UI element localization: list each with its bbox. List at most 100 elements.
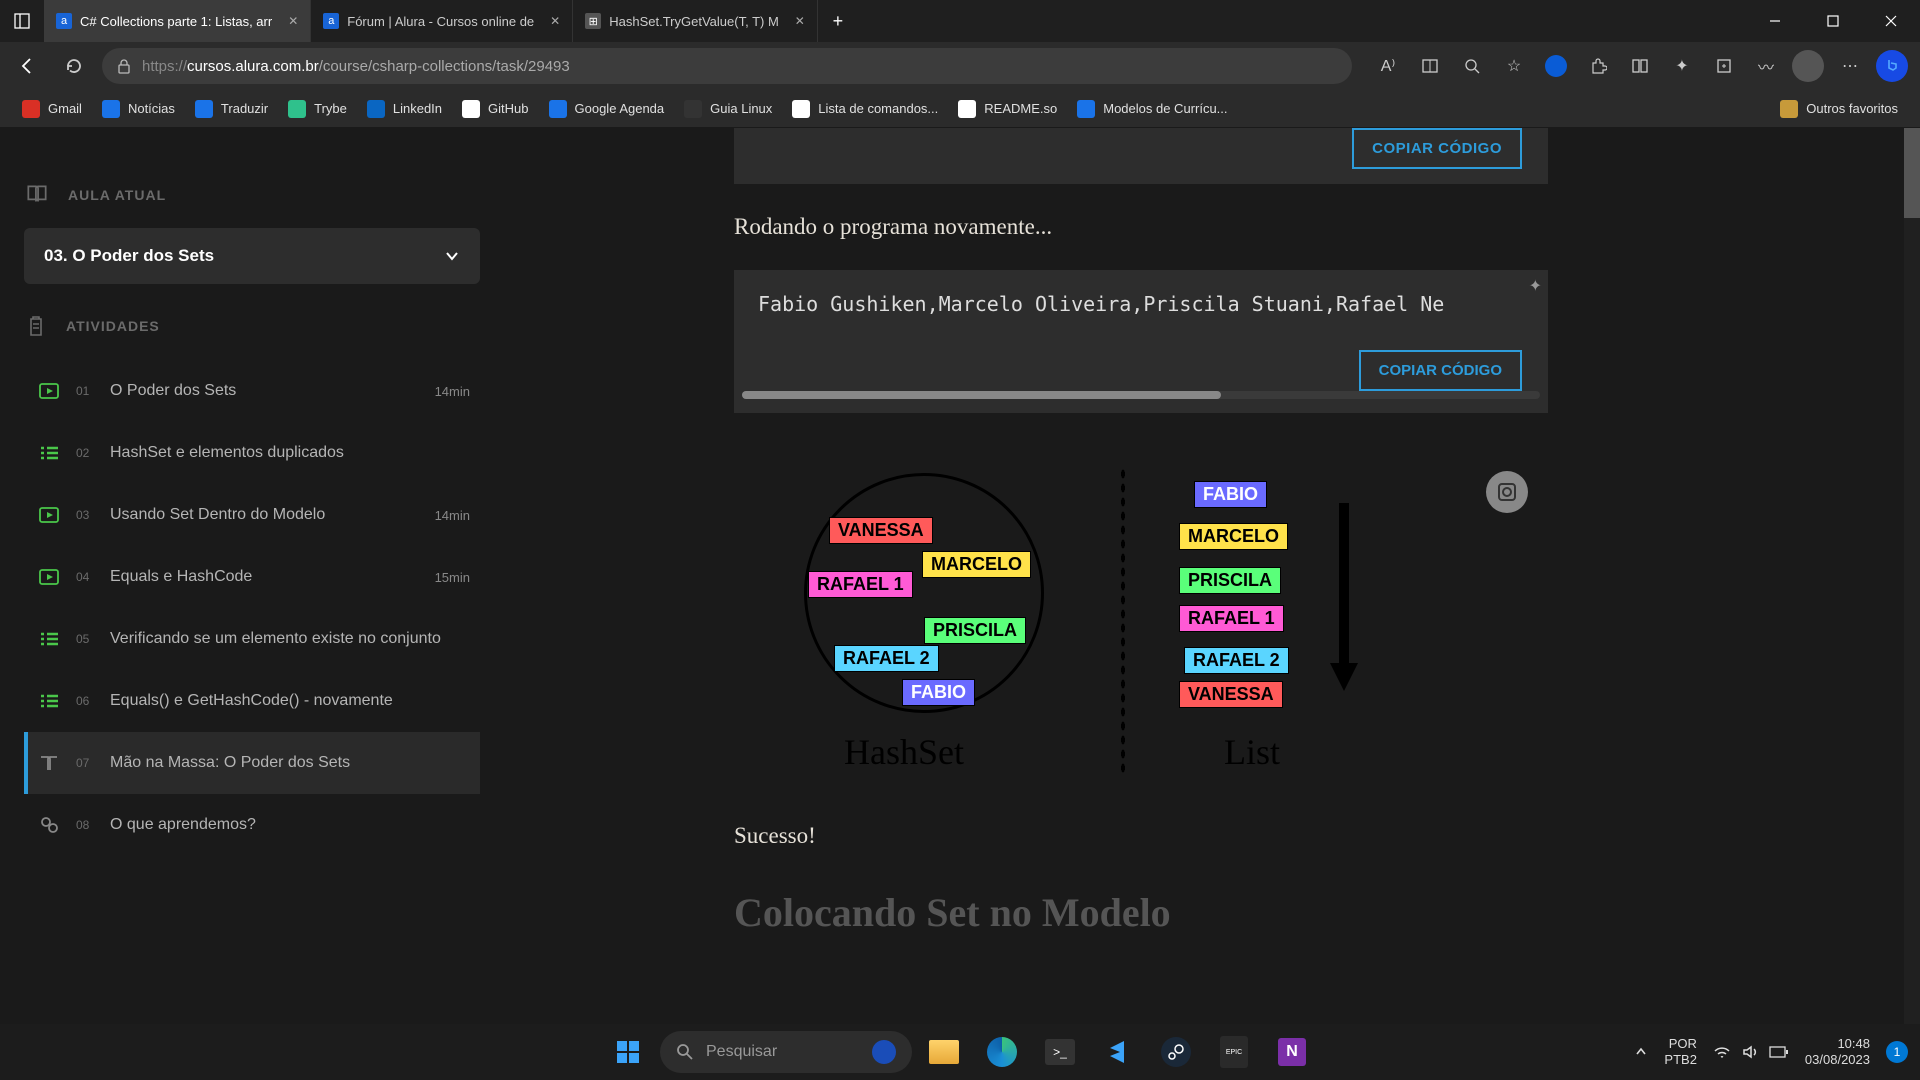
list-icon: [38, 442, 60, 464]
close-tab-icon[interactable]: ✕: [795, 14, 805, 28]
taskbar-search[interactable]: Pesquisar: [660, 1031, 912, 1073]
back-button[interactable]: [10, 48, 46, 84]
prose-success: Sucesso!: [734, 823, 1880, 849]
battery-icon[interactable]: [1769, 1045, 1789, 1059]
bookmark-item[interactable]: Trybe: [278, 94, 357, 124]
clock[interactable]: 10:48 03/08/2023: [1805, 1036, 1870, 1067]
bookmark-favicon: [462, 100, 480, 118]
bookmark-item[interactable]: Lista de comandos...: [782, 94, 948, 124]
bookmark-item[interactable]: Guia Linux: [674, 94, 782, 124]
video-icon: [38, 566, 60, 588]
favorite-icon[interactable]: ☆: [1496, 48, 1532, 84]
diagram-tag: RAFAEL 1: [808, 571, 913, 598]
activity-item[interactable]: 06Equals() e GetHashCode() - novamente: [24, 670, 480, 732]
activity-item[interactable]: 02HashSet e elementos duplicados: [24, 422, 480, 484]
activity-item[interactable]: 01O Poder dos Sets14min: [24, 360, 480, 422]
epic-games-icon[interactable]: EPIC: [1208, 1029, 1260, 1075]
activity-item[interactable]: 04Equals e HashCode15min: [24, 546, 480, 608]
arrow-down-icon: [1324, 463, 1364, 703]
activity-item[interactable]: 07Mão na Massa: O Poder dos Sets: [24, 732, 480, 794]
favorites-list-icon[interactable]: ✦: [1664, 48, 1700, 84]
bookmark-favicon: [549, 100, 567, 118]
copy-code-button[interactable]: COPIAR CÓDIGO: [1352, 128, 1522, 169]
bookmark-item[interactable]: LinkedIn: [357, 94, 452, 124]
minimize-button[interactable]: [1746, 0, 1804, 42]
performance-icon[interactable]: 〰: [1748, 48, 1784, 84]
split-screen-icon[interactable]: [1622, 48, 1658, 84]
extensions-icon[interactable]: [1580, 48, 1616, 84]
close-tab-icon[interactable]: ✕: [550, 14, 560, 28]
bing-chat-icon[interactable]: [1874, 48, 1910, 84]
activity-item[interactable]: 03Usando Set Dentro do Modelo14min: [24, 484, 480, 546]
more-icon[interactable]: ⋯: [1832, 48, 1868, 84]
onenote-icon[interactable]: N: [1266, 1029, 1318, 1075]
profile-icon[interactable]: [1790, 48, 1826, 84]
immersive-reader-icon[interactable]: [1412, 48, 1448, 84]
other-favorites[interactable]: Outros favoritos: [1770, 94, 1908, 124]
diagram-tag: RAFAEL 1: [1179, 605, 1284, 632]
address-bar: https://cursos.alura.com.br/course/cshar…: [0, 42, 1920, 90]
bookmark-item[interactable]: Notícias: [92, 94, 185, 124]
bookmark-favicon: [367, 100, 385, 118]
horizontal-scrollbar[interactable]: [742, 391, 1540, 399]
profile-badge[interactable]: [1538, 48, 1574, 84]
collections-icon[interactable]: [1706, 48, 1742, 84]
zoom-image-button[interactable]: [1486, 471, 1528, 513]
zoom-icon[interactable]: [1454, 48, 1490, 84]
vertical-scrollbar[interactable]: [1904, 128, 1920, 1024]
new-tab-button[interactable]: +: [818, 11, 858, 32]
volume-icon[interactable]: [1741, 1043, 1759, 1061]
bookmark-favicon: [102, 100, 120, 118]
vscode-icon[interactable]: [1092, 1029, 1144, 1075]
title-bar: aC# Collections parte 1: Listas, arr✕aFó…: [0, 0, 1920, 42]
close-tab-icon[interactable]: ✕: [288, 14, 298, 28]
vertical-tabs-button[interactable]: [0, 0, 44, 42]
diagram-tag: FABIO: [1194, 481, 1267, 508]
lesson-content: COPIAR CÓDIGO Rodando o programa novamen…: [504, 128, 1920, 1024]
start-button[interactable]: [602, 1029, 654, 1075]
prose-text: Rodando o programa novamente...: [734, 214, 1880, 240]
course-sidebar: AULA ATUAL 03. O Poder dos Sets ATIVIDAD…: [0, 128, 504, 1024]
refresh-button[interactable]: [56, 48, 92, 84]
favicon: a: [323, 13, 339, 29]
diagram-tag: PRISCILA: [924, 617, 1026, 644]
tray-overflow-icon[interactable]: [1634, 1045, 1648, 1059]
sparkle-icon[interactable]: ✦: [1529, 276, 1542, 296]
url-field[interactable]: https://cursos.alura.com.br/course/cshar…: [102, 48, 1352, 84]
browser-tab[interactable]: aC# Collections parte 1: Listas, arr✕: [44, 0, 311, 42]
diagram-tag: VANESSA: [1179, 681, 1283, 708]
language-indicator[interactable]: POR PTB2: [1664, 1036, 1697, 1067]
read-aloud-icon[interactable]: A⁾: [1370, 48, 1406, 84]
lock-icon: [116, 58, 132, 74]
diagram-tag: MARCELO: [922, 551, 1031, 578]
terminal-icon[interactable]: >_: [1034, 1029, 1086, 1075]
bookmark-item[interactable]: Gmail: [12, 94, 92, 124]
maximize-button[interactable]: [1804, 0, 1862, 42]
wifi-icon[interactable]: [1713, 1043, 1731, 1061]
bookmark-item[interactable]: Traduzir: [185, 94, 278, 124]
activity-item[interactable]: 08O que aprendemos?: [24, 794, 480, 856]
aula-atual-label: AULA ATUAL: [76, 182, 480, 208]
close-window-button[interactable]: [1862, 0, 1920, 42]
bookmark-item[interactable]: GitHub: [452, 94, 538, 124]
copy-code-button[interactable]: COPIAR CÓDIGO: [1359, 350, 1522, 391]
bookmark-item[interactable]: Modelos de Currícu...: [1067, 94, 1237, 124]
book-icon: [38, 752, 60, 774]
bookmark-item[interactable]: Google Agenda: [539, 94, 675, 124]
windows-taskbar: Pesquisar >_ EPIC N POR PTB2 10:48 03/08…: [0, 1024, 1920, 1080]
notification-badge[interactable]: 1: [1886, 1041, 1908, 1063]
favicon: a: [56, 13, 72, 29]
explorer-icon[interactable]: [918, 1029, 970, 1075]
bookmark-item[interactable]: README.so: [948, 94, 1067, 124]
activity-item[interactable]: 05Verificando se um elemento existe no c…: [24, 608, 480, 670]
bing-icon: [872, 1040, 896, 1064]
edge-icon[interactable]: [976, 1029, 1028, 1075]
code-output-text: Fabio Gushiken,Marcelo Oliveira,Priscila…: [734, 292, 1548, 316]
hashset-label: HashSet: [844, 731, 964, 773]
current-lesson-dropdown[interactable]: 03. O Poder dos Sets: [24, 228, 480, 284]
steam-icon[interactable]: [1150, 1029, 1202, 1075]
atividades-label: ATIVIDADES: [76, 314, 480, 338]
browser-tab[interactable]: aFórum | Alura - Cursos online de✕: [311, 0, 573, 42]
browser-tab[interactable]: ⊞HashSet.TryGetValue(T, T) M✕: [573, 0, 818, 42]
bookmarks-bar: GmailNotíciasTraduzirTrybeLinkedInGitHub…: [0, 90, 1920, 128]
